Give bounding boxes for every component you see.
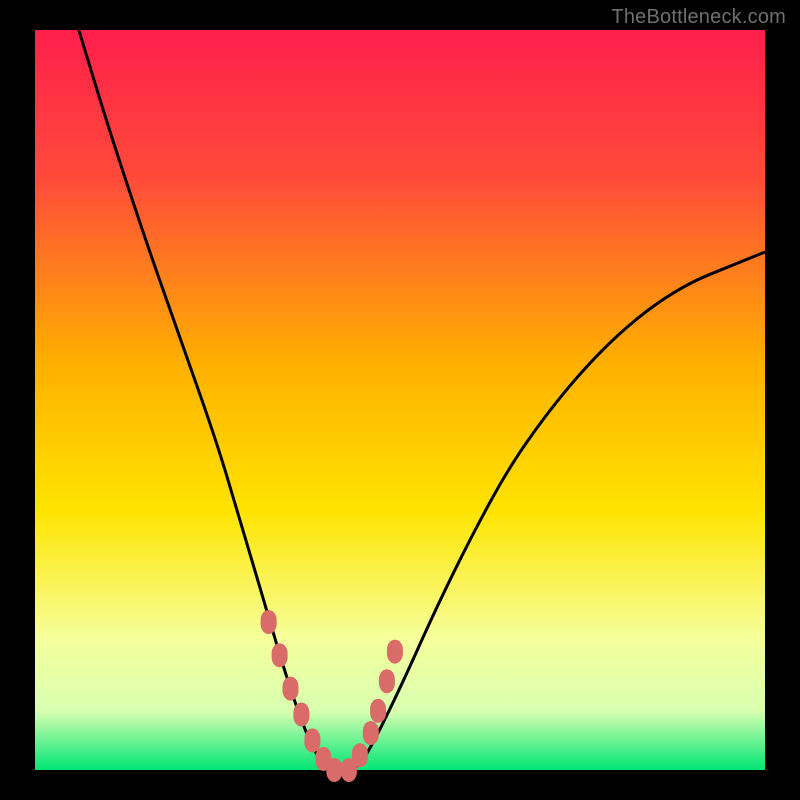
bottleneck-chart bbox=[0, 0, 800, 800]
curve-marker bbox=[293, 703, 309, 727]
curve-marker bbox=[272, 643, 288, 667]
watermark-text: TheBottleneck.com bbox=[611, 6, 786, 29]
chart-stage: TheBottleneck.com bbox=[0, 0, 800, 800]
curve-marker bbox=[363, 721, 379, 745]
curve-marker bbox=[304, 728, 320, 752]
curve-marker bbox=[387, 640, 403, 664]
curve-marker bbox=[352, 743, 368, 767]
curve-marker bbox=[326, 758, 342, 782]
curve-marker bbox=[379, 669, 395, 693]
curve-marker bbox=[370, 699, 386, 723]
curve-marker bbox=[283, 677, 299, 701]
curve-marker bbox=[261, 610, 277, 634]
